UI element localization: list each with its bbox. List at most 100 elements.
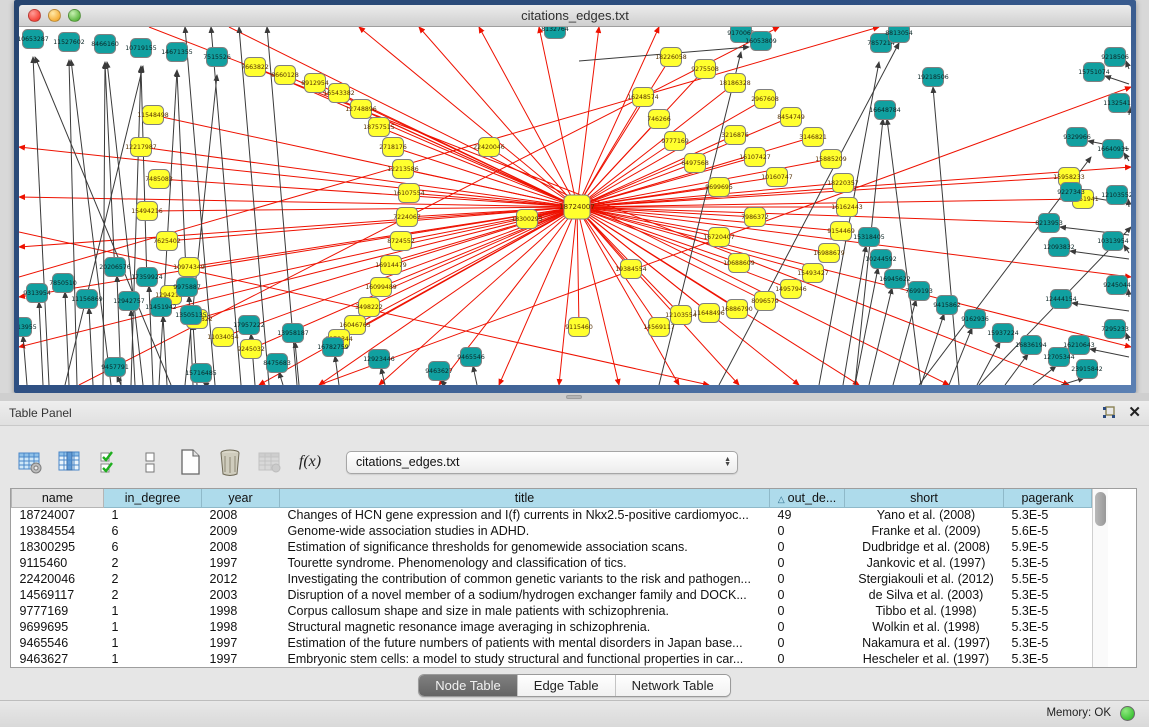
graph-node[interactable]: 3146821 <box>799 128 827 147</box>
column-header-indegree[interactable]: in_degree <box>104 489 202 507</box>
graph-node[interactable]: 12444154 <box>1045 290 1077 309</box>
graph-node[interactable]: 18226058 <box>655 48 687 67</box>
vertical-scrollbar[interactable] <box>1092 489 1108 667</box>
graph-node[interactable]: 2718176 <box>379 138 407 157</box>
graph-node[interactable]: 10653287 <box>19 30 49 49</box>
graph-node[interactable]: 10160747 <box>761 168 793 187</box>
graph-node[interactable]: 14957946 <box>775 280 807 299</box>
graph-node[interactable]: 7224067 <box>393 208 421 227</box>
graph-node[interactable]: 8454749 <box>777 108 805 127</box>
graph-node[interactable]: 8724552 <box>387 232 415 251</box>
graph-node[interactable]: 9457791 <box>101 358 129 377</box>
table-row[interactable]: 969969511998Structural magnetic resonanc… <box>12 619 1092 635</box>
graph-node[interactable]: 12103554 <box>665 306 697 325</box>
table-row[interactable]: 1830029562008Estimation of significance … <box>12 539 1092 555</box>
graph-node[interactable]: 16107554 <box>393 184 425 203</box>
graph-node[interactable]: 7850510 <box>49 274 77 293</box>
graph-node[interactable]: 16836194 <box>1015 336 1047 355</box>
graph-node[interactable]: 9463627 <box>425 362 453 381</box>
graph-node[interactable]: 18724007 <box>559 195 595 219</box>
graph-node[interactable]: 6497568 <box>681 154 709 173</box>
graph-node[interactable]: 19218506 <box>917 68 949 87</box>
float-window-icon[interactable] <box>1102 406 1116 420</box>
graph-node[interactable]: 7699193 <box>905 282 933 301</box>
graph-node[interactable]: 7986372 <box>741 208 769 227</box>
deselect-all-rows-button[interactable] <box>134 445 166 479</box>
close-window-icon[interactable] <box>28 9 41 22</box>
graph-node[interactable]: 10244592 <box>865 250 897 269</box>
table-row[interactable]: 911546021997Tourette syndrome. Phenomeno… <box>12 555 1092 571</box>
graph-node[interactable]: 9154469 <box>827 222 855 241</box>
window-titlebar[interactable]: citations_edges.txt <box>19 5 1131 27</box>
graph-node[interactable]: 7663822 <box>241 58 269 77</box>
graph-node[interactable]: 8912954 <box>301 74 329 93</box>
graph-node[interactable]: 10719155 <box>125 39 157 58</box>
graph-node[interactable]: 9245032 <box>237 340 265 359</box>
graph-node[interactable]: 11527602 <box>53 33 85 52</box>
graph-node[interactable]: 8132764 <box>541 27 569 39</box>
graph-node[interactable]: 7485083 <box>145 170 173 189</box>
graph-node[interactable]: 2967608 <box>751 90 779 109</box>
select-columns-button[interactable] <box>54 445 86 479</box>
graph-node[interactable]: 18186328 <box>719 74 751 93</box>
graph-node[interactable]: 17359924 <box>131 268 163 287</box>
table-settings-button[interactable] <box>14 445 46 479</box>
column-header-year[interactable]: year <box>202 489 280 507</box>
tab-node-table[interactable]: Node Table <box>419 675 518 696</box>
graph-node[interactable]: 11156869 <box>71 290 103 309</box>
graph-node[interactable]: 9465546 <box>457 348 485 367</box>
graph-node[interactable]: 22420046 <box>473 138 505 157</box>
select-all-rows-button[interactable] <box>94 445 126 479</box>
graph-node[interactable]: 9162936 <box>961 310 989 329</box>
minimize-window-icon[interactable] <box>48 9 61 22</box>
function-builder-button[interactable]: f(x) <box>294 445 326 479</box>
graph-node[interactable]: 9777169 <box>661 132 689 151</box>
graph-node[interactable]: 16640931 <box>1097 140 1129 159</box>
import-table-button[interactable] <box>254 445 286 479</box>
graph-node[interactable]: 8660128 <box>271 66 299 85</box>
table-selector-dropdown[interactable]: citations_edges.txt ▲▼ <box>346 451 738 474</box>
table-row[interactable]: 946554611997Estimation of the future num… <box>12 635 1092 651</box>
tab-network-table[interactable]: Network Table <box>616 675 730 696</box>
column-header-name[interactable]: name <box>12 489 104 507</box>
graph-node[interactable]: 8096579 <box>751 292 779 311</box>
graph-node[interactable]: 15937224 <box>987 324 1019 343</box>
table-row[interactable]: 2242004622012Investigating the contribut… <box>12 571 1092 587</box>
graph-node[interactable]: 7295233 <box>1101 320 1129 339</box>
table-row[interactable]: 1938455462009Genome-wide association stu… <box>12 523 1092 539</box>
graph-node[interactable]: 9275508 <box>691 60 719 79</box>
graph-node[interactable]: 3498222 <box>355 298 383 317</box>
graph-node[interactable]: 16099489 <box>365 278 397 297</box>
graph-node[interactable]: 19384554 <box>615 260 647 279</box>
graph-node[interactable]: 7515526 <box>203 48 231 67</box>
graph-node[interactable]: 9975887 <box>173 278 201 297</box>
new-table-button[interactable] <box>174 445 206 479</box>
graph-node[interactable]: 11648496 <box>693 304 725 323</box>
graph-node[interactable]: 8213953 <box>1035 214 1063 233</box>
graph-node[interactable]: 15716485 <box>185 364 217 383</box>
graph-node[interactable]: 12217987 <box>125 138 157 157</box>
graph-node[interactable]: 8475683 <box>263 354 291 373</box>
graph-node[interactable]: 9218506 <box>1101 48 1129 67</box>
tab-edge-table[interactable]: Edge Table <box>518 675 616 696</box>
graph-node[interactable]: 9115460 <box>565 318 593 337</box>
column-header-short[interactable]: short <box>845 489 1004 507</box>
graph-node[interactable]: 746266 <box>647 110 671 129</box>
graph-node[interactable]: 9245044 <box>1103 276 1131 295</box>
graph-node[interactable]: 8813054 <box>885 27 913 43</box>
table-row[interactable]: 1872400712008Changes of HCN gene express… <box>12 507 1092 523</box>
panel-split-divider[interactable] <box>0 393 1149 401</box>
graph-node[interactable]: 10313955 <box>19 318 37 337</box>
column-header-pagerank[interactable]: pagerank <box>1004 489 1092 507</box>
column-header-outde[interactable]: △out_de... <box>770 489 845 507</box>
network-canvas[interactable]: 1065328711527602846616010719155146713557… <box>19 27 1131 385</box>
table-row[interactable]: 946362711997Embryonic stem cells: a mode… <box>12 651 1092 667</box>
graph-node[interactable]: 10688609 <box>723 254 755 273</box>
divider-handle-icon[interactable] <box>566 395 582 399</box>
graph-node[interactable]: 9227343 <box>1057 183 1085 202</box>
graph-node[interactable]: 15885209 <box>815 150 847 169</box>
column-header-title[interactable]: title <box>280 489 770 507</box>
table-row[interactable]: 1456911722003Disruption of a novel membe… <box>12 587 1092 603</box>
network-view-window[interactable]: citations_edges.txt 10653287115276028466… <box>14 0 1136 393</box>
graph-node[interactable]: 16648784 <box>869 101 901 120</box>
